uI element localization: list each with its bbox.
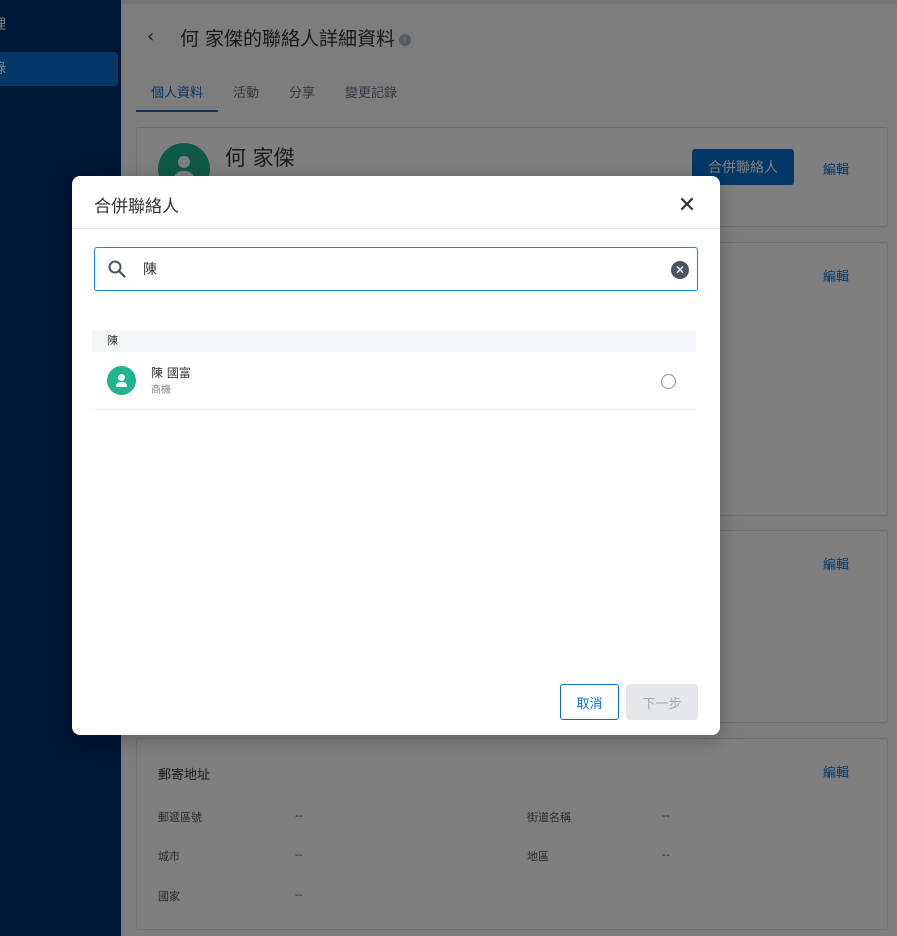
merge-contact-dialog: 合併聯絡人 ✕ ✕ 陳 陳 國富 商機 取消 下一步 — [72, 176, 720, 735]
close-icon[interactable]: ✕ — [676, 195, 698, 217]
select-radio[interactable] — [661, 374, 676, 389]
result-group-header: 陳 — [92, 330, 696, 352]
list-item[interactable]: 陳 國富 商機 — [92, 354, 696, 410]
result-avatar — [107, 366, 136, 395]
search-input[interactable] — [143, 256, 643, 282]
clear-search-icon[interactable]: ✕ — [671, 261, 689, 279]
dialog-title: 合併聯絡人 — [94, 197, 179, 217]
next-step-button[interactable]: 下一步 — [626, 684, 698, 720]
dialog-divider — [72, 228, 720, 229]
search-icon — [108, 260, 126, 278]
result-type: 商機 — [151, 385, 171, 396]
cancel-button[interactable]: 取消 — [560, 684, 619, 720]
result-name: 陳 國富 — [151, 366, 191, 380]
search-box[interactable]: ✕ — [94, 247, 698, 291]
